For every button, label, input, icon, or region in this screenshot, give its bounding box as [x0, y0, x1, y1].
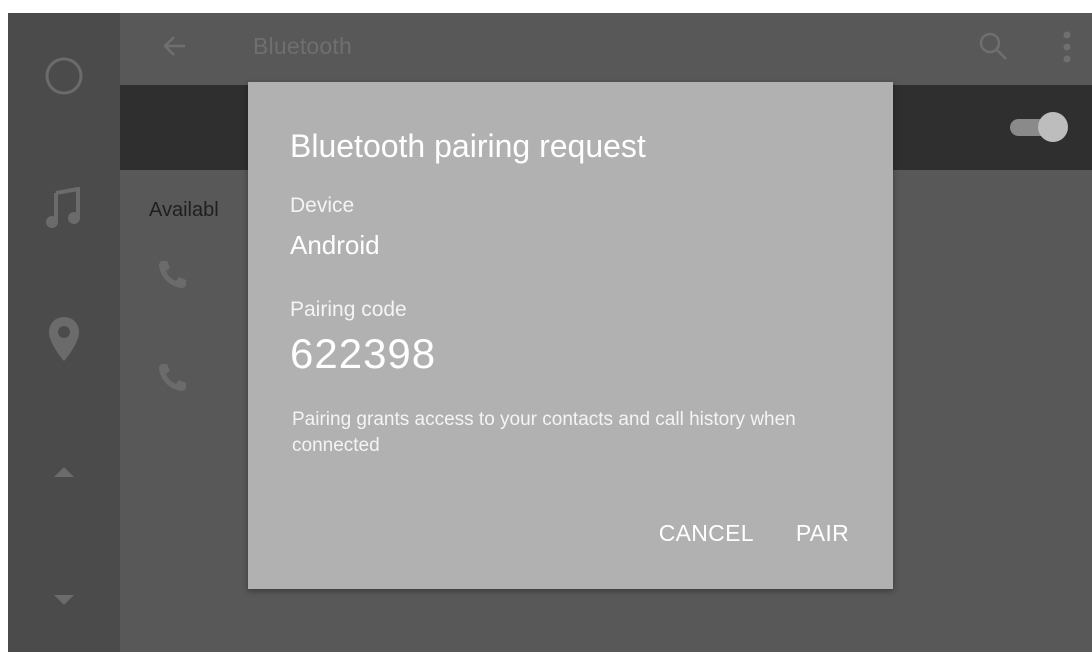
phone-icon	[159, 261, 186, 288]
bluetooth-toggle[interactable]	[1010, 112, 1068, 142]
available-devices-header: Availabl	[149, 199, 219, 221]
pairing-message: Pairing grants access to your contacts a…	[292, 409, 796, 456]
arrow-back-icon	[163, 36, 185, 56]
home-button[interactable]	[8, 51, 120, 101]
app-bar: Bluetooth	[120, 13, 1092, 85]
dialog-actions: CANCEL PAIR	[659, 520, 849, 547]
device-icon-wrap	[156, 257, 190, 296]
chevron-down-icon	[54, 595, 74, 605]
scroll-down-button[interactable]	[8, 585, 120, 615]
device-label: Device	[290, 194, 355, 217]
home-circle-icon	[45, 57, 83, 95]
chevron-up-icon	[54, 467, 74, 477]
pairing-code: 622398	[290, 330, 437, 377]
music-button[interactable]	[8, 181, 120, 237]
device-name: Android	[290, 230, 380, 260]
more-vert-icon	[1063, 31, 1071, 63]
search-icon	[979, 32, 1007, 60]
page-title: Bluetooth	[253, 33, 352, 59]
head-unit-screen: Bluetooth Availabl Bluetooth pairing req…	[8, 13, 1092, 652]
navigation-button[interactable]	[8, 309, 120, 369]
cancel-button[interactable]: CANCEL	[659, 520, 754, 547]
pair-button[interactable]: PAIR	[796, 520, 849, 547]
dialog-title: Bluetooth pairing request	[290, 128, 646, 164]
search-button[interactable]	[978, 31, 1008, 66]
phone-icon	[159, 364, 186, 391]
nav-rail	[8, 13, 120, 652]
more-options-button[interactable]	[1062, 30, 1072, 69]
scroll-up-button[interactable]	[8, 457, 120, 487]
toggle-thumb	[1038, 112, 1068, 142]
back-button[interactable]	[162, 33, 188, 64]
pairing-dialog: Bluetooth pairing request Device Android…	[248, 82, 893, 589]
pairing-code-label: Pairing code	[290, 298, 407, 321]
music-note-icon	[46, 187, 80, 228]
location-pin-icon	[49, 317, 79, 361]
device-icon-wrap	[156, 360, 190, 399]
